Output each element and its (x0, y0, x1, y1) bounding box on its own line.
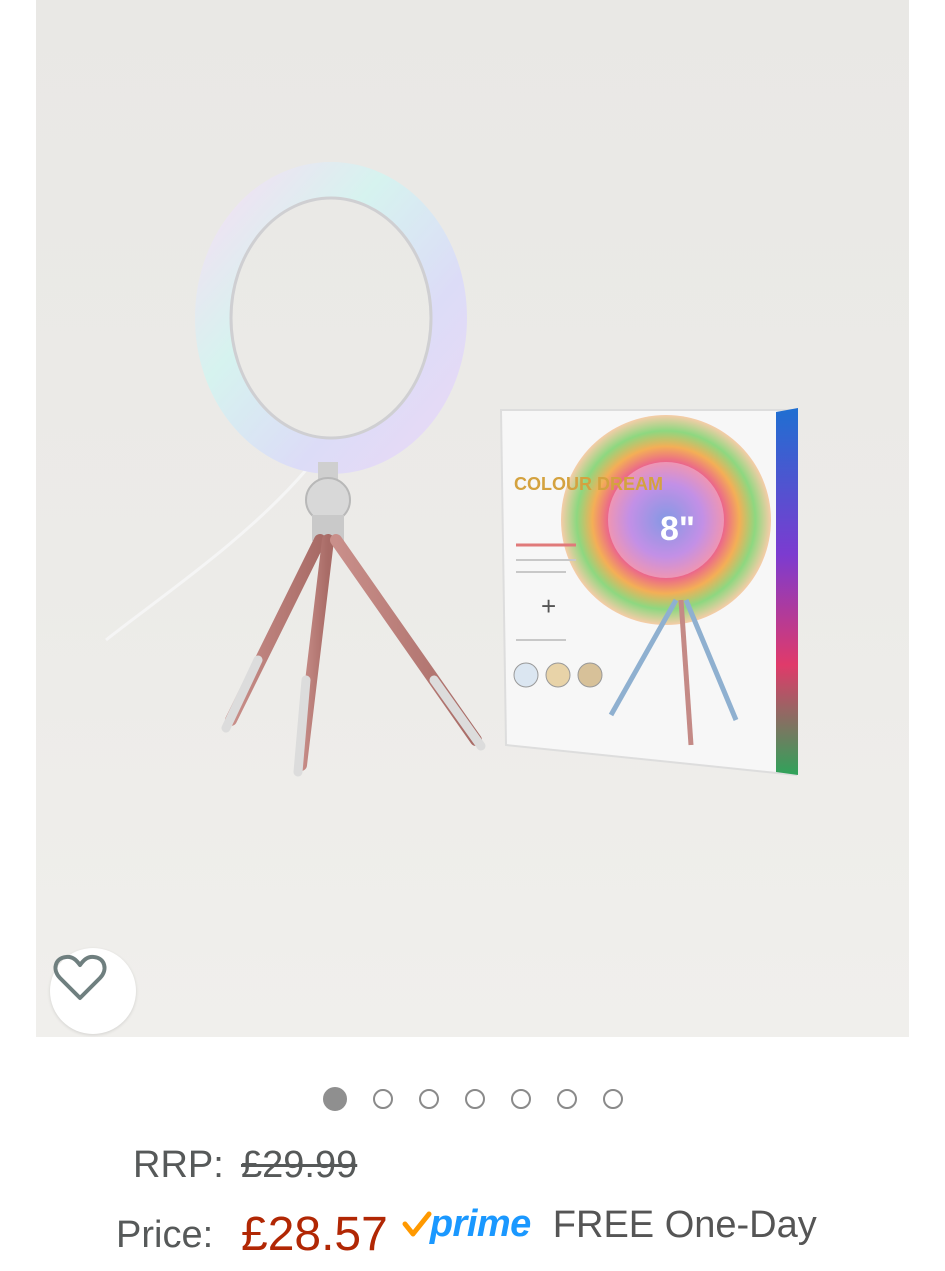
carousel-dot[interactable] (464, 1089, 485, 1109)
price-value: £28.57 (241, 1207, 388, 1261)
carousel-dot[interactable] (510, 1089, 531, 1109)
box-plus-text: + (541, 591, 556, 621)
rrp-label: RRP: (133, 1143, 224, 1186)
price-label: Price: (116, 1213, 214, 1256)
product-page: COLOUR DREAM 8" + RRP: £29.99 Price: £28… (0, 0, 945, 1271)
price-row: Price: £28.57 prime FREE One-Day (116, 1198, 817, 1261)
carousel-dot[interactable] (556, 1089, 577, 1109)
prime-check-icon (402, 1211, 432, 1237)
carousel-dot[interactable] (418, 1089, 439, 1109)
prime-badge[interactable]: prime (402, 1199, 531, 1249)
delivery-text: FREE One-Day (552, 1203, 817, 1246)
wishlist-button[interactable] (50, 948, 136, 1034)
rrp-value: £29.99 (241, 1143, 358, 1186)
prime-label: prime (429, 1202, 531, 1245)
heart-outline-icon (53, 954, 107, 1000)
carousel-dot[interactable] (602, 1089, 623, 1109)
ring-light-product-photo: COLOUR DREAM 8" + (105, 162, 798, 777)
image-carousel-indicator (0, 1087, 945, 1115)
carousel-dot[interactable] (372, 1089, 393, 1109)
box-brand-text: COLOUR DREAM (514, 474, 663, 494)
box-size-text: 8" (660, 510, 695, 548)
carousel-dot[interactable] (322, 1087, 347, 1111)
rrp-row: RRP: £29.99 (133, 1140, 357, 1190)
product-image[interactable]: COLOUR DREAM 8" + (36, 0, 909, 1037)
